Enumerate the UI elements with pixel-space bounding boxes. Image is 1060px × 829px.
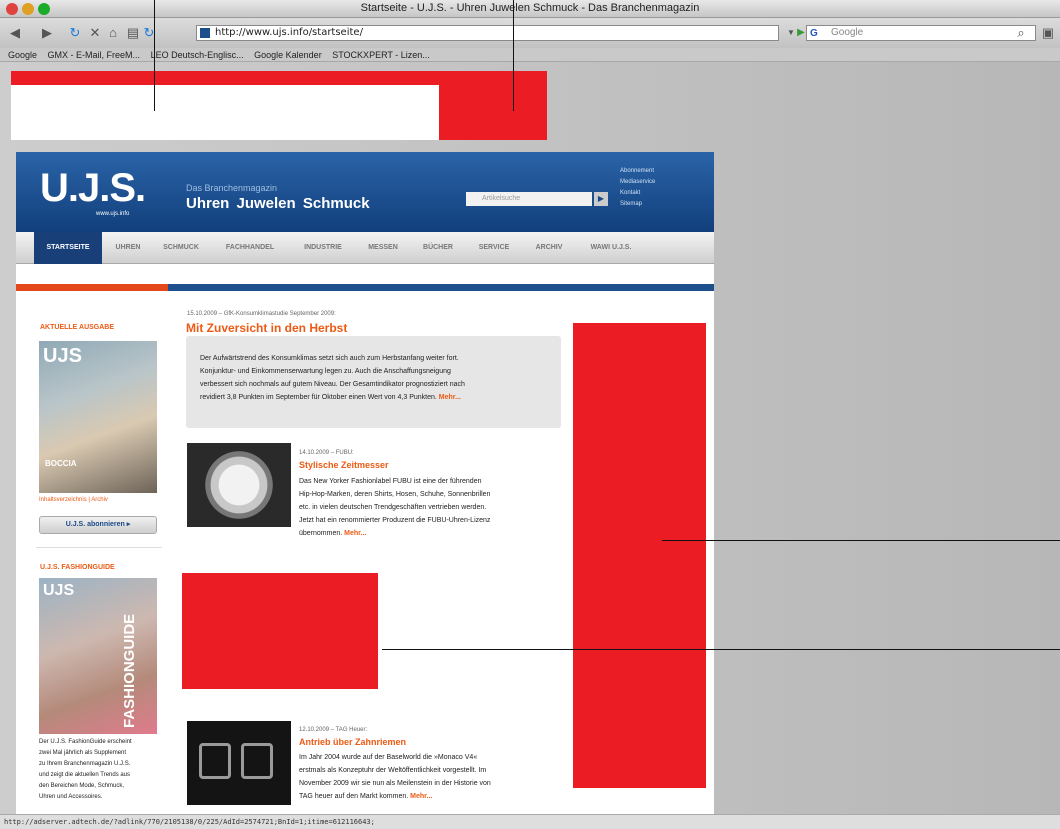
nav-uhren[interactable]: UHREN (104, 232, 152, 264)
article-1-teaser: Der Aufwärtstrend des Konsumklimas setzt… (200, 355, 465, 401)
site-header: U.J.S. www.ujs.info Das Branchenmagazin … (16, 152, 714, 232)
favicon-icon (200, 28, 210, 38)
current-issue-cover[interactable]: UJS BOCCIA (39, 341, 157, 493)
address-bar-url: http://www.ujs.info/startseite/ (215, 27, 363, 38)
article-3-thumbnail[interactable] (187, 721, 291, 805)
cover-masthead: UJS (43, 345, 82, 367)
article-2-more-link[interactable]: Mehr... (344, 530, 366, 537)
go-icon[interactable]: ▶ (796, 25, 806, 41)
nav-startseite[interactable]: STARTSEITE (34, 232, 102, 264)
article-2-headline[interactable]: Stylische Zeitmesser (299, 460, 389, 470)
article-3-teaser: Im Jahr 2004 wurde auf der Baselworld di… (299, 754, 491, 800)
annotation-leader-line (382, 649, 1060, 650)
forward-arrow-icon[interactable]: ▶ (38, 25, 56, 41)
address-dropdown-icon[interactable]: ▼ (786, 25, 796, 41)
google-engine-icon[interactable]: G (810, 27, 818, 41)
cover-brand: BOCCIA (45, 459, 77, 468)
nav-wawi[interactable]: WAWI U.J.S. (576, 232, 646, 264)
logo-url: www.ujs.info (96, 211, 130, 217)
annotation-leader-line (154, 0, 155, 111)
watch-icon (199, 743, 231, 779)
site-kicker: Das Branchenmagazin (186, 183, 278, 193)
bookmark-leo[interactable]: LEO Deutsch-Englisc... (151, 50, 244, 60)
site-logo[interactable]: U.J.S. (40, 166, 146, 211)
site-tagline: Uhren Juwelen Schmuck (186, 195, 370, 212)
article-1-meta: 15.10.2009 – GfK-Konsumklimastudie Septe… (187, 311, 336, 317)
browser-toolbar: ◀ ▶ ↻ ✕ ⌂ ▤ ↻ http://www.ujs.info/starts… (0, 18, 1060, 48)
service-links: Abonnement Mediaservice Kontakt Sitemap (620, 166, 655, 210)
fashionguide-description: Der U.J.S. FashionGuide erscheint zwei M… (39, 739, 132, 800)
annotation-leader-line (662, 540, 1060, 541)
reload-icon[interactable]: ↻ (66, 25, 84, 41)
issue-links[interactable]: Inhaltsverzeichnis | Archiv (39, 497, 108, 503)
service-link-sitemap[interactable]: Sitemap (620, 199, 655, 210)
article-2-teaser: Das New Yorker Fashionlabel FUBU ist ein… (299, 478, 491, 537)
annotation-white-box (11, 85, 439, 140)
annotation-leader-line (513, 0, 514, 111)
article-3-meta: 12.10.2009 – TAG Heuer: (299, 727, 368, 733)
nav-messen[interactable]: MESSEN (356, 232, 410, 264)
article-search-input[interactable]: Artikelsuche (466, 192, 592, 206)
bookmark-stockxpert[interactable]: STOCKXPERT - Lizen... (332, 50, 430, 60)
nav-buecher[interactable]: BÜCHER (412, 232, 464, 264)
nav-schmuck[interactable]: SCHMUCK (154, 232, 208, 264)
bookmarks-bar: Google GMX - E-Mail, FreeM... LEO Deutsc… (0, 48, 1060, 62)
address-bar[interactable]: http://www.ujs.info/startseite/ (196, 25, 779, 41)
article-search-button[interactable]: ▶ (594, 192, 608, 206)
nav-industrie[interactable]: INDUSTRIE (292, 232, 354, 264)
bookmark-google[interactable]: Google (8, 50, 37, 60)
article-2-thumbnail[interactable] (187, 443, 291, 527)
article-1-headline[interactable]: Mit Zuversicht in den Herbst (186, 321, 347, 335)
fashionguide-cover[interactable]: UJS FASHIONGUIDE (39, 578, 157, 734)
window-title: Startseite - U.J.S. - Uhren Juwelen Schm… (360, 2, 700, 14)
article-1-more-link[interactable]: Mehr... (439, 394, 461, 401)
article-3-more-link[interactable]: Mehr... (410, 793, 432, 800)
annotation-red-column (573, 323, 706, 788)
service-link-mediaservice[interactable]: Mediaservice (620, 177, 655, 188)
article-search-placeholder: Artikelsuche (482, 195, 521, 202)
content-accent-band (168, 284, 714, 291)
back-arrow-icon[interactable]: ◀ (6, 25, 24, 41)
service-link-abonnement[interactable]: Abonnement (620, 166, 655, 177)
status-bar: http://adserver.adtech.de/?adlink/770/21… (0, 814, 1060, 829)
search-magnifier-icon[interactable]: ⌕ (1014, 25, 1028, 41)
subscribe-button[interactable]: U.J.S. abonnieren ▸ (39, 516, 157, 534)
movement-icon (241, 743, 273, 779)
service-link-kontakt[interactable]: Kontakt (620, 188, 655, 199)
article-2-meta: 14.10.2009 – FUBU: (299, 450, 354, 456)
fashionguide-heading: U.J.S. FASHIONGUIDE (40, 564, 115, 571)
window-titlebar: Startseite - U.J.S. - Uhren Juwelen Schm… (0, 0, 1060, 18)
extension-icon[interactable]: ▣ (1040, 25, 1056, 41)
current-issue-heading: AKTUELLE AUSGABE (40, 324, 115, 331)
search-field[interactable]: G Google (806, 25, 1036, 41)
bookmark-google-kalender[interactable]: Google Kalender (254, 50, 322, 60)
sidebar-divider (36, 547, 162, 548)
fashionguide-cover-masthead: UJS (43, 582, 75, 599)
main-nav: STARTSEITE UHREN SCHMUCK FACHHANDEL INDU… (16, 232, 714, 264)
article-3-headline[interactable]: Antrieb über Zahnriemen (299, 737, 406, 747)
stop-icon[interactable]: ✕ (86, 25, 104, 41)
bookmark-gmx[interactable]: GMX - E-Mail, FreeM... (48, 50, 141, 60)
sidebar-accent-band (16, 284, 168, 291)
annotation-red-box (182, 573, 378, 689)
home-icon[interactable]: ⌂ (104, 25, 122, 41)
nav-fachhandel[interactable]: FACHHANDEL (210, 232, 290, 264)
search-placeholder: Google (831, 27, 864, 38)
fashionguide-cover-word: FASHIONGUIDE (121, 613, 138, 728)
nav-archiv[interactable]: ARCHIV (524, 232, 574, 264)
nav-service[interactable]: SERVICE (466, 232, 522, 264)
print-icon[interactable]: ▤ (124, 25, 142, 41)
